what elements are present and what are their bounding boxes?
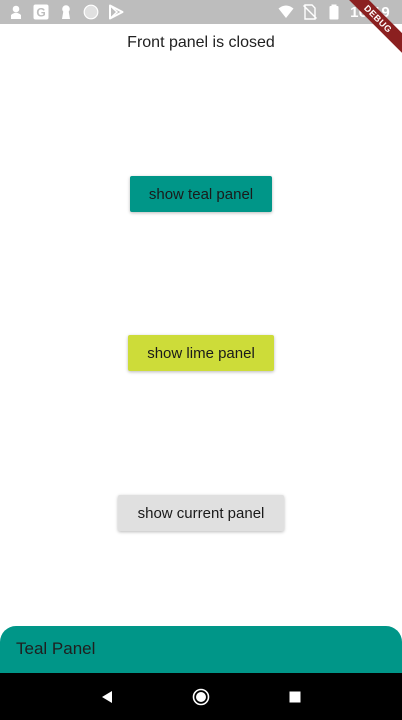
circle-icon <box>83 4 99 20</box>
battery-icon <box>329 4 339 20</box>
show-lime-panel-button[interactable]: show lime panel <box>128 335 274 371</box>
home-button[interactable] <box>190 686 212 708</box>
recents-icon <box>289 691 301 702</box>
svg-text:G: G <box>36 6 45 20</box>
status-bar: G 16:19 <box>0 0 402 24</box>
navigation-bar <box>0 673 402 720</box>
no-sim-icon <box>303 4 318 20</box>
google-icon: G <box>33 4 49 20</box>
wifi-icon <box>278 5 294 18</box>
keyhole-icon <box>62 5 70 19</box>
panel-state-text: Front panel is closed <box>127 34 275 51</box>
home-icon <box>192 688 210 705</box>
back-button[interactable] <box>96 686 118 708</box>
panel-title: Teal Panel <box>16 639 96 658</box>
back-icon <box>102 690 112 703</box>
show-teal-panel-button[interactable]: show teal panel <box>130 176 272 212</box>
play-store-icon <box>109 4 124 20</box>
person-icon <box>11 5 21 19</box>
status-notification-icons: G <box>8 4 124 20</box>
recents-button[interactable] <box>284 686 306 708</box>
show-current-panel-button[interactable]: show current panel <box>118 495 284 531</box>
